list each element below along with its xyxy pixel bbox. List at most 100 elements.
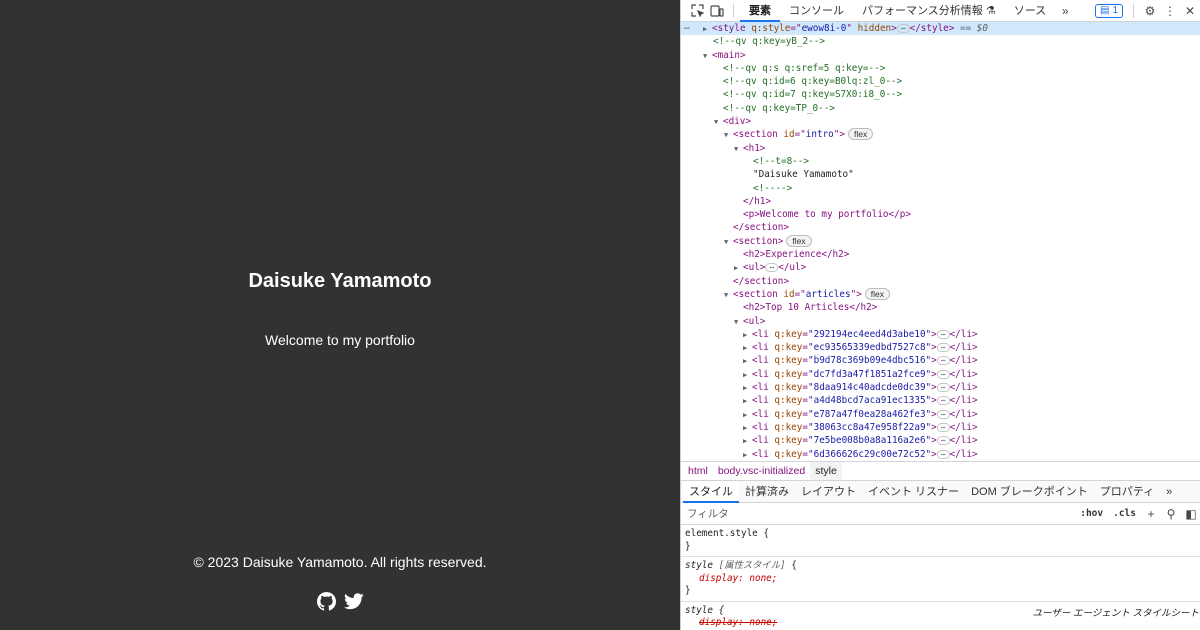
dom-node-comment[interactable]: <!--qv q:key=TP_0--> [681, 102, 1200, 115]
collapsed-ellipsis[interactable]: ⋯ [936, 449, 950, 459]
flex-badge[interactable]: flex [786, 234, 812, 247]
twitter-icon[interactable] [344, 591, 364, 611]
dom-node-section-intro[interactable]: ▼ <section id="intro"> flex [681, 128, 1200, 141]
style-rule-attribute[interactable]: style [属性スタイル] { display: none; } [681, 557, 1200, 602]
collapse-arrow-icon[interactable]: ▼ [734, 143, 743, 156]
toggle-sidebar-icon[interactable]: ◧ [1181, 507, 1200, 521]
hov-toggle-button[interactable]: :hov [1075, 508, 1108, 519]
tab-properties[interactable]: プロパティ [1094, 481, 1160, 503]
filter-input[interactable] [687, 507, 1076, 520]
dom-node-main[interactable]: ▼ <main> [681, 49, 1200, 62]
expand-arrow-icon[interactable]: ▶ [734, 262, 743, 275]
dom-node-text[interactable]: "Daisuke Yamamoto" [681, 168, 1200, 181]
dom-node-section-close[interactable]: </section> [681, 275, 1200, 288]
dom-node-h1-close[interactable]: </h1> [681, 195, 1200, 208]
rule-property-overridden[interactable]: display: none; [685, 617, 777, 628]
collapse-arrow-icon[interactable]: ▼ [703, 50, 712, 63]
breadcrumb-body[interactable]: body.vsc-initialized [713, 462, 810, 480]
expand-arrow-icon[interactable]: ▶ [743, 342, 752, 355]
tab-elements[interactable]: 要素 [740, 0, 780, 22]
dom-node-comment[interactable]: <!--qv q:key=yB_2--> [681, 35, 1200, 48]
collapsed-ellipsis[interactable]: ⋯ [936, 396, 950, 406]
collapsed-ellipsis[interactable]: ⋯ [936, 329, 950, 339]
dom-node-section-articles[interactable]: ▼ <section id="articles"> flex [681, 287, 1200, 302]
dom-node-li[interactable]: ▶ <li q:key="38063cc8a47e958f22a9"> ⋯ </li> [681, 421, 1200, 434]
dom-node-li[interactable]: ▶ <li q:key="dc7fd3a47f1851a2fce9"> ⋯ </li> [681, 368, 1200, 381]
expand-arrow-icon[interactable]: ▶ [743, 449, 752, 462]
more-tabs-icon[interactable]: » [1055, 1, 1075, 21]
collapse-arrow-icon[interactable]: ▼ [724, 236, 733, 249]
dom-node-ul[interactable]: ▼ <ul> [681, 315, 1200, 328]
dom-node-li[interactable]: ▶ <li q:key="8daa914c40adcde0dc39"> ⋯ </li> [681, 381, 1200, 394]
collapse-arrow-icon[interactable]: ▼ [714, 116, 723, 129]
collapsed-ellipsis[interactable]: ⋯ [936, 369, 950, 379]
dom-node-ul-collapsed[interactable]: ▶ <ul> ⋯ </ul> [681, 261, 1200, 274]
collapsed-ellipsis[interactable]: ⋯ [896, 24, 910, 33]
tab-layout[interactable]: レイアウト [795, 481, 862, 503]
settings-gear-icon[interactable]: ⚙ [1140, 1, 1160, 21]
collapsed-ellipsis[interactable]: ⋯ [936, 422, 950, 432]
cls-toggle-button[interactable]: .cls [1108, 508, 1141, 519]
style-rule-element[interactable]: element.style { } [681, 525, 1200, 557]
more-subtabs-icon[interactable]: » [1160, 481, 1178, 503]
tab-console[interactable]: コンソール [780, 0, 853, 22]
dom-node-li[interactable]: ▶ <li q:key="ec93565339edbd7527c8"> ⋯ </li> [681, 341, 1200, 354]
dom-node-comment[interactable]: <!----> [681, 182, 1200, 195]
inspect-element-icon[interactable] [687, 1, 707, 21]
expand-arrow-icon[interactable]: ▶ [743, 422, 752, 435]
expand-arrow-icon[interactable]: ▶ [743, 369, 752, 382]
collapse-arrow-icon[interactable]: ▼ [734, 316, 743, 329]
flex-badge[interactable]: flex [864, 287, 890, 300]
close-icon[interactable]: ✕ [1180, 1, 1200, 21]
paint-brush-icon[interactable]: ⚲ [1161, 507, 1181, 521]
github-icon[interactable] [316, 591, 336, 611]
dom-node-p[interactable]: <p>Welcome to my portfolio</p> [681, 208, 1200, 221]
flex-badge[interactable]: flex [847, 128, 874, 141]
breadcrumb-html[interactable]: html [683, 462, 713, 480]
tab-styles[interactable]: スタイル [683, 480, 739, 503]
new-rule-plus-icon[interactable]: + [1141, 507, 1161, 521]
tab-sources[interactable]: ソース [1005, 0, 1055, 22]
style-rule-user-agent[interactable]: style { ユーザー エージェント スタイルシート display: non… [681, 602, 1200, 630]
dom-node-h2-experience[interactable]: <h2>Experience</h2> [681, 248, 1200, 261]
dom-node-comment[interactable]: <!--qv q:id=7 q:key=S7X0:i8_0--> [681, 88, 1200, 101]
dom-node-comment[interactable]: <!--t=8--> [681, 155, 1200, 168]
tab-performance-insights[interactable]: パフォーマンス分析情報 ⚗ [853, 0, 1005, 22]
dom-node-style[interactable]: ⋯ ▶ <style q:style="ewow8i-0" hidden> ⋯ </s… [681, 22, 1200, 36]
expand-arrow-icon[interactable]: ▶ [743, 435, 752, 448]
collapsed-ellipsis[interactable]: ⋯ [936, 356, 950, 366]
dom-node-comment[interactable]: <!--qv q:s q:sref=5 q:key=--> [681, 62, 1200, 75]
collapsed-ellipsis[interactable]: ⋯ [936, 409, 950, 419]
tab-event-listeners[interactable]: イベント リスナー [862, 481, 965, 503]
tab-computed[interactable]: 計算済み [739, 481, 795, 503]
dom-node-section-experience[interactable]: ▼ <section> flex [681, 234, 1200, 249]
dom-node-li[interactable]: ▶ <li q:key="a4d48bcd7aca91ec1335"> ⋯ </li> [681, 394, 1200, 407]
expand-arrow-icon[interactable]: ▶ [703, 23, 712, 36]
kebab-menu-icon[interactable]: ⋮ [1160, 1, 1180, 21]
collapsed-ellipsis[interactable]: ⋯ [936, 383, 950, 393]
dom-node-h2-articles[interactable]: <h2>Top 10 Articles</h2> [681, 301, 1200, 314]
dom-node-section-close[interactable]: </section> [681, 221, 1200, 234]
expand-arrow-icon[interactable]: ▶ [743, 395, 752, 408]
collapsed-ellipsis[interactable]: ⋯ [936, 343, 950, 353]
issues-badge[interactable]: ▤ 1 [1094, 3, 1123, 18]
device-toggle-icon[interactable] [707, 1, 727, 21]
dom-node-comment[interactable]: <!--qv q:id=6 q:key=B0lq:zl_0--> [681, 75, 1200, 88]
dom-tree[interactable]: ⋯ ▶ <style q:style="ewow8i-0" hidden> ⋯ </s… [681, 22, 1200, 461]
dom-node-li[interactable]: ▶ <li q:key="6d366626c29c00e72c52"> ⋯ </li> [681, 448, 1200, 461]
dom-node-div[interactable]: ▼ <div> [681, 115, 1200, 128]
breadcrumb-style[interactable]: style [810, 462, 842, 480]
dom-node-li[interactable]: ▶ <li q:key="b9d78c369b09e4dbc516"> ⋯ </li> [681, 354, 1200, 367]
dom-node-li[interactable]: ▶ <li q:key="292194ec4eed4d3abe10"> ⋯ </li> [681, 328, 1200, 341]
node-actions-icon[interactable]: ⋯ [684, 22, 690, 35]
expand-arrow-icon[interactable]: ▶ [743, 355, 752, 368]
rule-property[interactable]: display: none; [685, 573, 777, 584]
collapse-arrow-icon[interactable]: ▼ [724, 289, 733, 302]
expand-arrow-icon[interactable]: ▶ [743, 382, 752, 395]
dom-node-li[interactable]: ▶ <li q:key="e787a47f0ea28a462fe3"> ⋯ </li> [681, 408, 1200, 421]
collapsed-ellipsis[interactable]: ⋯ [765, 263, 779, 273]
collapsed-ellipsis[interactable]: ⋯ [936, 436, 950, 446]
expand-arrow-icon[interactable]: ▶ [743, 329, 752, 342]
tab-dom-breakpoints[interactable]: DOM ブレークポイント [965, 481, 1094, 503]
dom-node-h1[interactable]: ▼ <h1> [681, 142, 1200, 155]
